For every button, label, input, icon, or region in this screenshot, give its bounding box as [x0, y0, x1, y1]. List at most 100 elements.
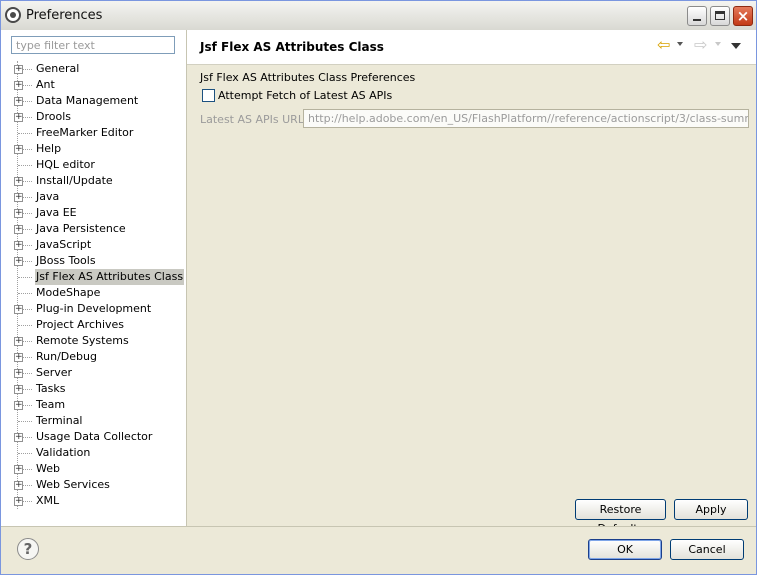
tree-item[interactable]: + Team — [14, 397, 183, 413]
tree-item-label[interactable]: Jsf Flex AS Attributes Class — [35, 269, 185, 285]
tree-item[interactable]: ModeShape — [18, 285, 183, 301]
preferences-dialog: Preferences × + General + Ant + Data Manageme… — [0, 0, 757, 575]
tree-item-label[interactable]: HQL editor — [35, 157, 96, 173]
tree-item[interactable]: + Drools — [14, 109, 183, 125]
cancel-button[interactable]: Cancel — [670, 539, 744, 560]
tree-item[interactable]: + Java EE — [14, 205, 183, 221]
filter-input[interactable] — [11, 36, 175, 54]
tree-item-label[interactable]: FreeMarker Editor — [35, 125, 134, 141]
tree-item-label[interactable]: Usage Data Collector — [35, 429, 153, 445]
tree-item[interactable]: + Remote Systems — [14, 333, 183, 349]
expand-icon[interactable]: + — [14, 385, 23, 394]
page-header: Jsf Flex AS Attributes Class ⇦ ⇨ — [187, 30, 756, 65]
tree-item-label[interactable]: General — [35, 61, 80, 77]
window-title: Preferences — [26, 8, 103, 23]
close-icon: × — [736, 7, 750, 25]
tree-item-label[interactable]: Server — [35, 365, 73, 381]
tree-item[interactable]: + Usage Data Collector — [14, 429, 183, 445]
expand-icon[interactable]: + — [14, 433, 23, 442]
tree-item-label[interactable]: Project Archives — [35, 317, 125, 333]
apply-button[interactable]: Apply — [674, 499, 748, 520]
tree-item[interactable]: + Help — [14, 141, 183, 157]
close-button[interactable]: × — [733, 6, 753, 26]
back-arrow-icon[interactable]: ⇦ — [657, 37, 673, 53]
expand-icon[interactable]: + — [14, 401, 23, 410]
attempt-fetch-label[interactable]: Attempt Fetch of Latest AS APIs — [218, 89, 392, 102]
tree-item[interactable]: + Plug-in Development — [14, 301, 183, 317]
tree-item-label[interactable]: Run/Debug — [35, 349, 98, 365]
expand-icon[interactable]: + — [14, 97, 23, 106]
ok-button[interactable]: OK — [588, 539, 662, 560]
tree-item[interactable]: + Server — [14, 365, 183, 381]
tree-item[interactable]: HQL editor — [18, 157, 183, 173]
tree-item[interactable]: + Java Persistence — [14, 221, 183, 237]
tree-item[interactable]: + JavaScript — [14, 237, 183, 253]
maximize-button[interactable] — [710, 6, 730, 26]
expand-icon[interactable]: + — [14, 193, 23, 202]
tree-item-label[interactable]: Web Services — [35, 477, 111, 493]
tree-item[interactable]: + Java — [14, 189, 183, 205]
preference-tree-pane: + General + Ant + Data Management + DroolsFreeM… — [1, 30, 187, 526]
tree-item-label[interactable]: Team — [35, 397, 66, 413]
attempt-fetch-checkbox[interactable] — [202, 89, 215, 102]
expand-icon[interactable]: + — [14, 225, 23, 234]
tree-item[interactable]: + XML — [14, 493, 183, 509]
tree-item[interactable]: + JBoss Tools — [14, 253, 183, 269]
tree-item-label[interactable]: JavaScript — [35, 237, 92, 253]
tree-item-label[interactable]: Remote Systems — [35, 333, 130, 349]
tree-item[interactable]: + Tasks — [14, 381, 183, 397]
tree-item[interactable]: + Web Services — [14, 477, 183, 493]
minimize-button[interactable] — [687, 6, 707, 26]
tree-item-label[interactable]: Tasks — [35, 381, 66, 397]
expand-icon[interactable]: + — [14, 113, 23, 122]
tree-item-label[interactable]: Ant — [35, 77, 56, 93]
expand-icon[interactable]: + — [14, 209, 23, 218]
tree-item[interactable]: + Run/Debug — [14, 349, 183, 365]
tree-item-label[interactable]: Data Management — [35, 93, 139, 109]
expand-icon[interactable]: + — [14, 177, 23, 186]
tree-item-label[interactable]: JBoss Tools — [35, 253, 97, 269]
tree-item[interactable]: Validation — [18, 445, 183, 461]
back-history-dropdown-icon[interactable] — [677, 42, 683, 46]
view-menu-icon[interactable] — [731, 43, 741, 49]
tree-item[interactable]: + General — [14, 61, 183, 77]
page-title: Jsf Flex AS Attributes Class — [200, 40, 384, 54]
tree-item-label[interactable]: Help — [35, 141, 62, 157]
expand-icon[interactable]: + — [14, 497, 23, 506]
tree-item-label[interactable]: Java — [35, 189, 60, 205]
expand-icon[interactable]: + — [14, 369, 23, 378]
expand-icon[interactable]: + — [14, 337, 23, 346]
expand-icon[interactable]: + — [14, 481, 23, 490]
expand-icon[interactable]: + — [14, 305, 23, 314]
expand-icon[interactable]: + — [14, 65, 23, 74]
expand-icon[interactable]: + — [14, 241, 23, 250]
restore-defaults-button[interactable]: Restore Defaults — [575, 499, 666, 535]
help-icon[interactable]: ? — [17, 538, 39, 560]
tree-item-label[interactable]: Install/Update — [35, 173, 114, 189]
tree-item-label[interactable]: Web — [35, 461, 61, 477]
tree-item[interactable]: Terminal — [18, 413, 183, 429]
expand-icon[interactable]: + — [14, 353, 23, 362]
expand-icon[interactable]: + — [14, 145, 23, 154]
tree-item-label[interactable]: Drools — [35, 109, 72, 125]
tree-item[interactable]: Jsf Flex AS Attributes Class — [18, 269, 185, 285]
tree-item[interactable]: + Web — [14, 461, 183, 477]
title-bar[interactable]: Preferences × — [1, 1, 756, 31]
tree-item[interactable]: FreeMarker Editor — [18, 125, 183, 141]
tree-item-label[interactable]: Plug-in Development — [35, 301, 152, 317]
tree-item[interactable]: + Install/Update — [14, 173, 183, 189]
tree-item[interactable]: + Data Management — [14, 93, 183, 109]
forward-arrow-icon[interactable]: ⇨ — [694, 37, 710, 53]
tree-item-label[interactable]: Java EE — [35, 205, 78, 221]
tree-item-label[interactable]: XML — [35, 493, 60, 509]
tree-item[interactable]: + Ant — [14, 77, 183, 93]
expand-icon[interactable]: + — [14, 257, 23, 266]
expand-icon[interactable]: + — [14, 81, 23, 90]
tree-item-label[interactable]: Terminal — [35, 413, 84, 429]
tree-item[interactable]: Project Archives — [18, 317, 183, 333]
tree-item-label[interactable]: ModeShape — [35, 285, 101, 301]
tree-item-label[interactable]: Java Persistence — [35, 221, 127, 237]
expand-icon[interactable]: + — [14, 465, 23, 474]
tree-item-label[interactable]: Validation — [35, 445, 91, 461]
forward-history-dropdown-icon[interactable] — [715, 42, 721, 46]
